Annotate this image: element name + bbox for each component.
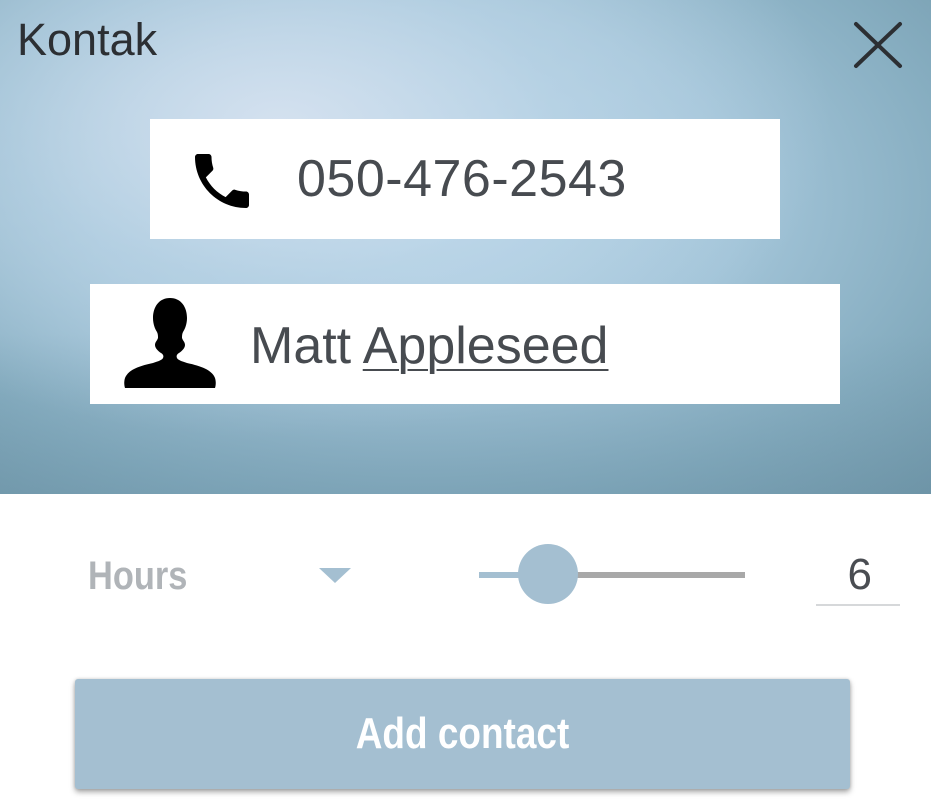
unit-select-label[interactable]: Hours bbox=[88, 554, 187, 599]
phone-number: 050-476-2543 bbox=[297, 150, 627, 208]
close-icon bbox=[854, 22, 902, 68]
duration-slider[interactable] bbox=[479, 544, 745, 606]
close-button[interactable] bbox=[850, 20, 906, 70]
controls-panel: Hours 6 Add contact bbox=[0, 494, 931, 809]
contact-dialog: Kontak 050-476-2543 Matt Appleseed Hours bbox=[0, 0, 931, 809]
add-contact-label: Add contact bbox=[355, 709, 570, 758]
phone-field[interactable]: 050-476-2543 bbox=[150, 119, 780, 239]
duration-value-field[interactable]: 6 bbox=[816, 548, 900, 606]
last-name: Appleseed bbox=[362, 317, 609, 375]
dialog-title: Kontak bbox=[17, 14, 158, 65]
phone-icon bbox=[195, 154, 249, 208]
add-contact-button[interactable]: Add contact bbox=[75, 679, 850, 789]
name-field[interactable]: Matt Appleseed bbox=[90, 284, 840, 404]
duration-value: 6 bbox=[847, 550, 872, 599]
header-background: Kontak 050-476-2543 Matt Appleseed bbox=[0, 0, 931, 494]
contact-name: Matt Appleseed bbox=[250, 316, 608, 376]
first-name: Matt bbox=[250, 317, 352, 375]
slider-thumb[interactable] bbox=[518, 544, 579, 604]
person-icon bbox=[124, 298, 216, 388]
chevron-down-icon[interactable] bbox=[319, 568, 351, 583]
